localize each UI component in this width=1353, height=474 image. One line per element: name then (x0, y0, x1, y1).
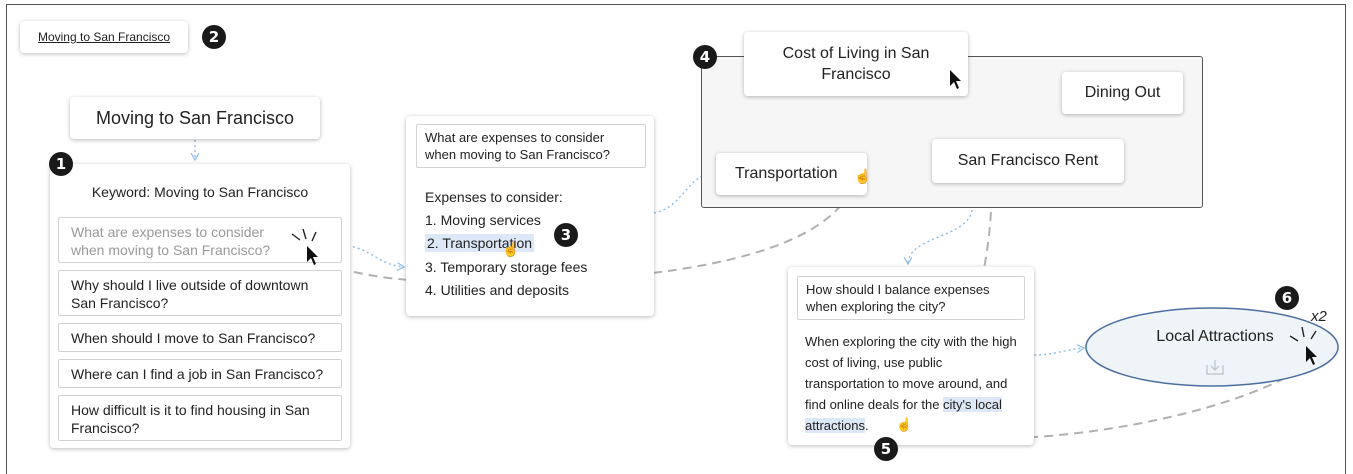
answer-panel: What are expenses to consider when movin… (406, 116, 654, 316)
answer-list-item: 4. Utilities and deposits (425, 282, 569, 298)
hand-cursor-icon: ☝ (896, 417, 913, 432)
step-badge-1: 1 (49, 152, 73, 176)
step-badge-5: 5 (874, 437, 898, 461)
node-dining-out[interactable]: Dining Out (1062, 72, 1183, 114)
question-item[interactable]: Why should I live outside of downtown Sa… (58, 270, 342, 316)
keyword-panel: Keyword: Moving to San Francisco What ar… (50, 164, 350, 448)
node-dining-out-label: Dining Out (1084, 84, 1161, 101)
answer-panel-intro: Expenses to consider: (425, 189, 563, 205)
step-badge-4: 4 (693, 45, 717, 69)
answer-list-item: 3. Temporary storage fees (425, 259, 588, 275)
root-node-label: Moving to San Francisco (95, 107, 295, 128)
answer-list-item: 1. Moving services (425, 212, 541, 228)
question-item[interactable]: Where can I find a job in San Francisco? (58, 359, 342, 388)
breadcrumb-label[interactable]: Moving to San Francisco (38, 30, 170, 44)
node-transportation[interactable]: Transportation ☝ (716, 153, 871, 195)
hand-cursor-icon: ☝ (854, 168, 872, 184)
balance-panel-answer: When exploring the city with the high co… (805, 331, 1020, 436)
step-badge-6: 6 (1275, 286, 1299, 310)
answer-panel-question: What are expenses to consider when movin… (416, 124, 646, 168)
node-sf-rent-label: San Francisco Rent (957, 152, 1099, 169)
node-local-attractions[interactable]: Local Attractions (1130, 328, 1300, 354)
question-item[interactable]: When should I move to San Francisco? (58, 323, 342, 352)
breadcrumb[interactable]: Moving to San Francisco (20, 21, 188, 53)
balance-answer-end: . (864, 418, 869, 433)
node-local-attractions-label: Local Attractions (1156, 328, 1274, 345)
node-cost-of-living-label: Cost of Living in San Francisco (782, 45, 930, 83)
hand-cursor-icon: ☝ (502, 241, 520, 257)
root-node[interactable]: Moving to San Francisco (70, 97, 320, 139)
node-cost-of-living[interactable]: Cost of Living in San Francisco (744, 32, 968, 96)
question-item[interactable]: What are expenses to consider when movin… (58, 217, 342, 263)
node-sf-rent[interactable]: San Francisco Rent (932, 139, 1124, 183)
step-badge-2: 2 (202, 25, 226, 49)
click-count-label: x2 (1311, 308, 1327, 325)
keyword-panel-title: Keyword: Moving to San Francisco (91, 184, 309, 200)
balance-panel-question: How should I balance expenses when explo… (797, 276, 1025, 320)
balance-panel: How should I balance expenses when explo… (788, 267, 1034, 445)
node-transportation-label: Transportation (735, 165, 838, 182)
step-badge-3: 3 (554, 223, 578, 247)
question-item[interactable]: How difficult is it to find housing in S… (58, 395, 342, 441)
